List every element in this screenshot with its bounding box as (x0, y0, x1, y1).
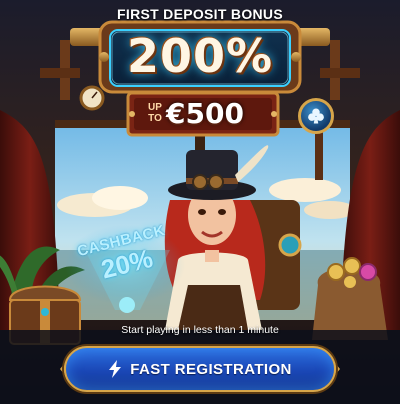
bonus-percent: 200% (126, 29, 274, 83)
bonus-amount: €500 (166, 97, 244, 130)
bonus-heading: FIRST DEPOSIT BONUS (117, 6, 283, 22)
promo-banner: FIRST DEPOSIT BONUS 200% UP TO €500 CASH… (0, 0, 400, 404)
fast-registration-button[interactable]: FAST REGISTRATION (64, 346, 336, 392)
club-suit-badge (298, 98, 334, 134)
glowing-orb (119, 297, 135, 313)
lightning-bolt-icon (109, 360, 122, 378)
subtitle-text: Start playing in less than 1 minute (121, 324, 279, 336)
club-suit-icon (308, 108, 324, 124)
fast-registration-label: FAST REGISTRATION (130, 360, 292, 378)
